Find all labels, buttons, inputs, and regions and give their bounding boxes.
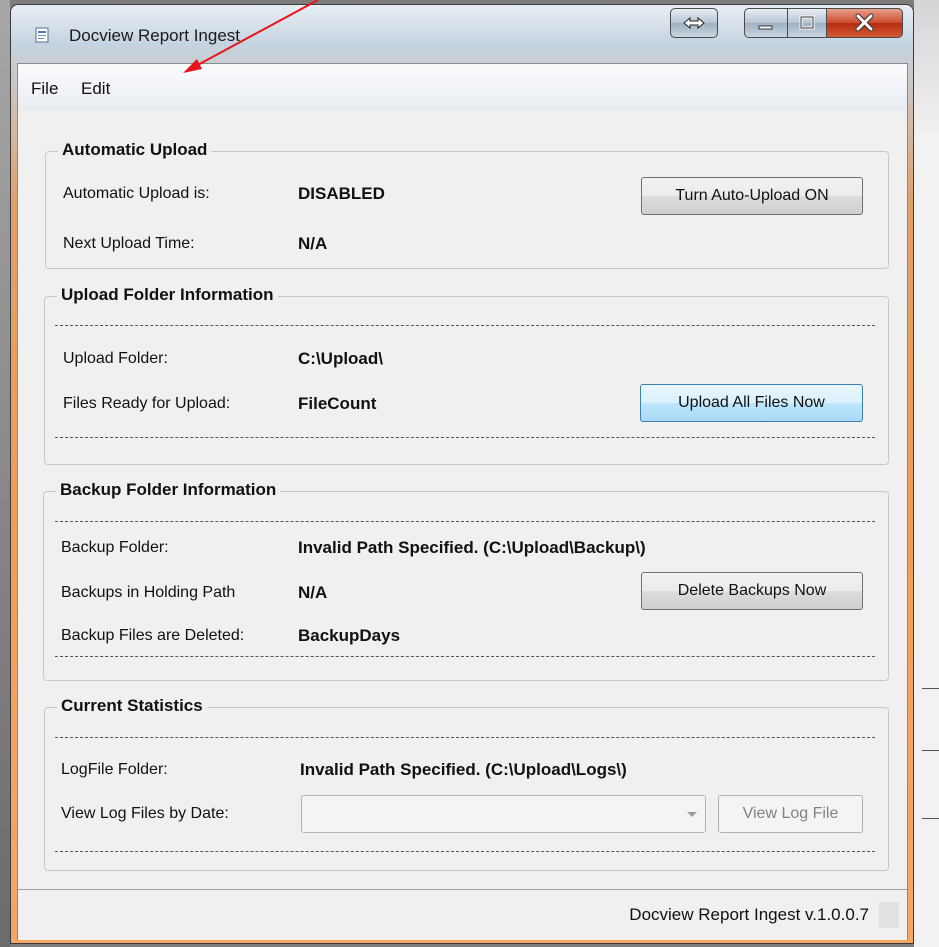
delete-backups-button[interactable]: Delete Backups Now bbox=[641, 572, 863, 610]
upload-folder-group: Upload Folder Information bbox=[44, 285, 889, 465]
backup-deleted-label: Backup Files are Deleted: bbox=[61, 627, 245, 644]
current-statistics-title: Current Statistics bbox=[57, 696, 207, 716]
backup-folder-value: Invalid Path Specified. (C:\Upload\Backu… bbox=[298, 538, 646, 557]
divider bbox=[55, 521, 875, 522]
turn-auto-upload-on-button[interactable]: Turn Auto-Upload ON bbox=[641, 177, 863, 215]
double-arrow-icon bbox=[683, 16, 705, 30]
view-log-files-label: View Log Files by Date: bbox=[61, 805, 229, 822]
automatic-upload-title: Automatic Upload bbox=[58, 140, 212, 160]
divider bbox=[55, 656, 875, 657]
status-bar: Docview Report Ingest v.1.0.0.7 bbox=[18, 889, 907, 940]
menu-edit[interactable]: Edit bbox=[81, 79, 110, 99]
divider bbox=[55, 851, 875, 852]
resize-grip[interactable] bbox=[879, 902, 899, 928]
log-date-select[interactable] bbox=[301, 795, 706, 833]
divider bbox=[55, 437, 875, 438]
files-ready-label: Files Ready for Upload: bbox=[63, 395, 231, 412]
view-log-file-button[interactable]: View Log File bbox=[718, 795, 863, 833]
auto-upload-status-label: Automatic Upload is: bbox=[63, 185, 210, 202]
next-upload-time-value: N/A bbox=[298, 234, 328, 253]
divider bbox=[55, 325, 875, 326]
upload-folder-title: Upload Folder Information bbox=[57, 285, 278, 305]
window-title: Docview Report Ingest bbox=[69, 26, 241, 45]
maximize-button[interactable] bbox=[787, 8, 827, 38]
backup-folder-label: Backup Folder: bbox=[61, 539, 169, 556]
files-ready-value: FileCount bbox=[298, 394, 377, 413]
minimize-icon bbox=[758, 25, 773, 30]
logfile-folder-label: LogFile Folder: bbox=[61, 761, 168, 778]
backup-deleted-value: BackupDays bbox=[298, 626, 401, 645]
maximize-icon bbox=[799, 15, 815, 30]
next-upload-time-label: Next Upload Time: bbox=[63, 235, 195, 252]
app-window: Docview Report Ingest File Edit Automati… bbox=[10, 4, 914, 944]
app-document-icon bbox=[35, 27, 49, 43]
backups-holding-label: Backups in Holding Path bbox=[61, 584, 236, 601]
client-area: File Edit Automatic Upload Automatic Upl… bbox=[17, 63, 908, 940]
resize-button[interactable] bbox=[670, 8, 718, 38]
auto-upload-status-value: DISABLED bbox=[298, 184, 385, 203]
upload-folder-value: C:\Upload\ bbox=[298, 349, 383, 368]
close-x-icon bbox=[855, 13, 874, 32]
backup-folder-title: Backup Folder Information bbox=[56, 480, 281, 500]
current-statistics-group: Current Statistics bbox=[44, 696, 889, 871]
divider bbox=[55, 737, 875, 738]
chevron-down-icon bbox=[687, 812, 697, 817]
desktop-background-right bbox=[914, 0, 939, 947]
desktop-background-left bbox=[0, 0, 10, 947]
upload-folder-label: Upload Folder: bbox=[63, 350, 168, 367]
minimize-button[interactable] bbox=[744, 8, 788, 38]
backups-holding-value: N/A bbox=[298, 583, 328, 602]
title-bar[interactable]: Docview Report Ingest bbox=[11, 5, 913, 65]
status-bar-text: Docview Report Ingest v.1.0.0.7 bbox=[629, 905, 869, 924]
upload-all-files-button[interactable]: Upload All Files Now bbox=[640, 384, 863, 422]
close-button[interactable] bbox=[826, 8, 903, 38]
menu-bar: File Edit bbox=[18, 64, 907, 110]
menu-file[interactable]: File bbox=[31, 79, 58, 99]
logfile-folder-value: Invalid Path Specified. (C:\Upload\Logs\… bbox=[300, 760, 627, 779]
